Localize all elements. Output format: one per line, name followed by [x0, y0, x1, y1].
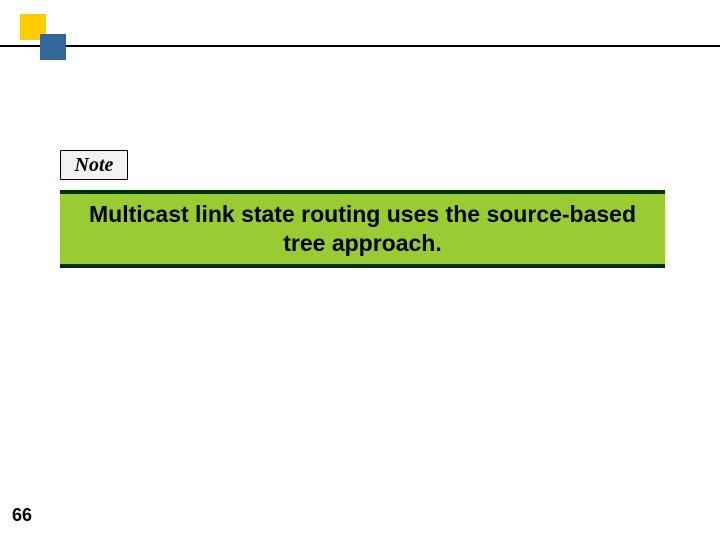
page-number: 66	[12, 505, 32, 526]
corner-square-blue-icon	[40, 34, 66, 60]
header-divider	[0, 45, 720, 47]
note-label-text: Note	[75, 154, 114, 177]
note-banner-text: Multicast link state routing uses the so…	[70, 200, 655, 258]
note-banner: Multicast link state routing uses the so…	[60, 190, 665, 268]
note-label-box: Note	[60, 150, 128, 180]
slide: Note Multicast link state routing uses t…	[0, 0, 720, 540]
